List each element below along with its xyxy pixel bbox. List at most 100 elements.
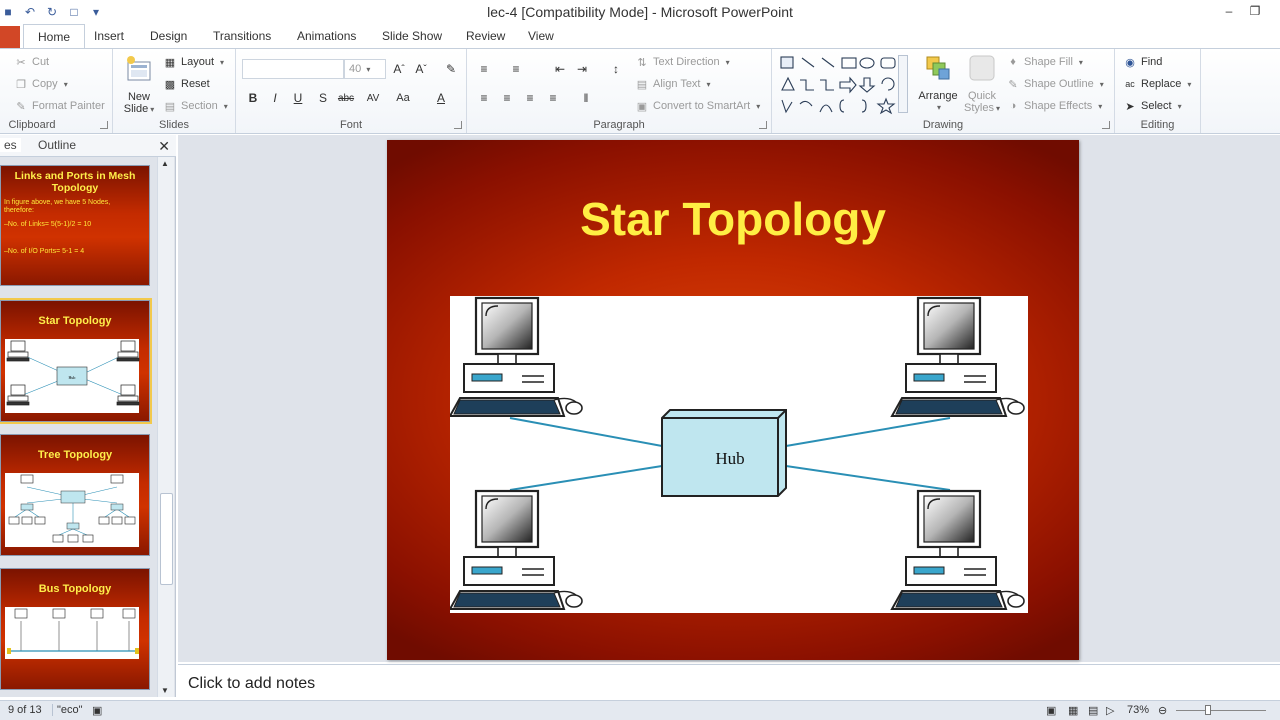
shape-effects-label: Shape Effects bbox=[1024, 100, 1093, 112]
star-topology-svg: Hub bbox=[448, 296, 1026, 611]
slides-group: New Slide ▾ ▦ Layout ▾ ▩ Reset ▤ Section ▾ Sli… bbox=[113, 49, 236, 133]
scroll-up-icon[interactable]: ▲ bbox=[161, 159, 169, 168]
copy-icon: ❐ bbox=[16, 78, 26, 91]
align-left-icon[interactable]: ≡ bbox=[475, 89, 493, 107]
font-name-combo[interactable] bbox=[242, 59, 344, 79]
tab-review[interactable]: Review bbox=[466, 29, 505, 43]
justify-icon[interactable]: ≡ bbox=[544, 89, 562, 107]
arrange-button[interactable]: Arrange ▾ bbox=[916, 53, 960, 114]
decrease-indent-icon[interactable]: ⇤ bbox=[551, 60, 569, 78]
hub-label: Hub bbox=[715, 449, 744, 468]
align-center-icon[interactable]: ≡ bbox=[498, 89, 516, 107]
zoom-level[interactable]: 73% bbox=[1127, 704, 1149, 716]
close-icon[interactable]: ✕ bbox=[158, 138, 170, 155]
zoom-slider[interactable] bbox=[1176, 710, 1266, 711]
normal-view-icon[interactable]: ▣ bbox=[1046, 704, 1056, 717]
align-right-icon[interactable]: ≡ bbox=[521, 89, 539, 107]
font-color-icon[interactable]: A bbox=[432, 89, 450, 107]
text-direction-button[interactable]: ⇅ Text Direction ▾ bbox=[635, 53, 729, 71]
tab-insert[interactable]: Insert bbox=[94, 29, 124, 43]
spellcheck-icon[interactable]: ▣ bbox=[92, 704, 102, 717]
shape-effects-button[interactable]: ◑ Shape Effects ▾ bbox=[1006, 97, 1103, 115]
select-button[interactable]: ➤ Select ▾ bbox=[1123, 97, 1181, 115]
notes-placeholder[interactable]: Click to add notes bbox=[188, 675, 315, 693]
scissors-icon: ✂ bbox=[16, 56, 26, 69]
paragraph-launcher-icon[interactable] bbox=[759, 121, 767, 129]
font-launcher-icon[interactable] bbox=[454, 121, 462, 129]
underline-icon[interactable]: U bbox=[289, 89, 307, 107]
thumb-title: Links and Ports in Mesh Topology bbox=[14, 170, 136, 194]
align-text-button[interactable]: ▤ Align Text ▾ bbox=[635, 75, 711, 93]
strikethrough-icon[interactable]: abc bbox=[337, 89, 355, 107]
increase-indent-icon[interactable]: ⇥ bbox=[573, 60, 591, 78]
grow-font-icon[interactable]: Aˆ bbox=[390, 60, 408, 78]
font-size-combo[interactable]: 40 ▾ bbox=[344, 59, 386, 79]
star-topology-diagram[interactable]: Hub bbox=[448, 296, 1028, 613]
drawing-group-label: Drawing bbox=[922, 119, 964, 131]
tab-outline[interactable]: Outline bbox=[38, 138, 76, 152]
tab-view[interactable]: View bbox=[528, 29, 554, 43]
thumb-bus-diagram bbox=[7, 608, 139, 654]
shape-outline-button[interactable]: ✎ Shape Outline ▾ bbox=[1006, 75, 1103, 93]
slide-thumbnail-9[interactable]: Star Topology Hub bbox=[0, 298, 152, 424]
slide-thumbnail-10[interactable]: Tree Topology bbox=[0, 434, 150, 556]
slide-thumbnail-8[interactable]: Links and Ports in Mesh Topology In figu… bbox=[0, 165, 150, 286]
tab-transitions[interactable]: Transitions bbox=[213, 29, 271, 43]
line-spacing-icon[interactable]: ↕ bbox=[607, 60, 625, 78]
thumb-tree-diagram bbox=[8, 474, 136, 543]
clear-formatting-icon[interactable]: ✎ bbox=[442, 60, 460, 78]
shape-fill-button[interactable]: ♦ Shape Fill ▾ bbox=[1006, 53, 1083, 71]
section-button[interactable]: ▤ Section ▾ bbox=[163, 97, 228, 115]
tab-slide-show[interactable]: Slide Show bbox=[382, 29, 442, 43]
minimize-icon[interactable]: – bbox=[1216, 2, 1242, 20]
quick-styles-button[interactable]: Quick Styles ▾ bbox=[964, 53, 1000, 115]
editing-group-label: Editing bbox=[1140, 119, 1175, 131]
tab-animations[interactable]: Animations bbox=[297, 29, 356, 43]
restore-icon[interactable]: ❐ bbox=[1242, 2, 1268, 20]
reset-label: Reset bbox=[181, 78, 210, 90]
layout-button[interactable]: ▦ Layout ▾ bbox=[163, 53, 224, 71]
font-group-label: Font bbox=[339, 119, 362, 131]
bold-icon[interactable]: B bbox=[244, 89, 262, 107]
reset-button[interactable]: ▩ Reset bbox=[163, 75, 210, 93]
slide-sorter-icon[interactable]: ▦ bbox=[1068, 704, 1078, 717]
replace-button[interactable]: ac Replace ▾ bbox=[1123, 75, 1191, 93]
notes-pane[interactable]: Click to add notes bbox=[178, 664, 1280, 700]
tab-home[interactable]: Home bbox=[23, 24, 86, 49]
zoom-out-icon[interactable]: ⊖ bbox=[1158, 704, 1167, 717]
zoom-slider-thumb[interactable] bbox=[1205, 705, 1211, 715]
cut-button[interactable]: ✂ Cut bbox=[14, 53, 49, 71]
new-slide-button[interactable]: New Slide ▾ bbox=[119, 54, 159, 116]
italic-icon[interactable]: I bbox=[266, 89, 284, 107]
clipboard-launcher-icon[interactable] bbox=[100, 121, 108, 129]
copy-button[interactable]: ❐ Copy ▾ bbox=[14, 75, 68, 93]
char-spacing-icon[interactable]: AV bbox=[364, 89, 382, 107]
tab-slides[interactable]: es bbox=[0, 138, 21, 152]
find-button[interactable]: ◉ Find bbox=[1123, 53, 1162, 71]
change-case-icon[interactable]: Aa bbox=[394, 89, 412, 107]
scrollbar-thumb[interactable] bbox=[160, 493, 173, 585]
panel-scrollbar[interactable]: ▲ ▼ bbox=[157, 157, 174, 697]
shape-outline-label: Shape Outline bbox=[1024, 78, 1094, 90]
scroll-down-icon[interactable]: ▼ bbox=[161, 686, 169, 695]
bullets-icon[interactable]: ≡ bbox=[475, 60, 493, 78]
columns-icon[interactable]: ‖ bbox=[577, 89, 595, 107]
current-slide[interactable]: Star Topology Hub bbox=[387, 140, 1079, 660]
reading-view-icon[interactable]: ▤ bbox=[1088, 704, 1098, 717]
new-slide-label-line2: Slide bbox=[123, 103, 149, 115]
shadow-icon[interactable]: S bbox=[314, 89, 332, 107]
format-painter-button[interactable]: ✎ Format Painter bbox=[14, 97, 104, 115]
file-tab[interactable] bbox=[0, 26, 20, 48]
slide-thumbnail-11[interactable]: Bus Topology bbox=[0, 568, 150, 690]
convert-smartart-button[interactable]: ▣ Convert to SmartArt ▾ bbox=[635, 97, 760, 115]
numbering-icon[interactable]: ≡ bbox=[507, 60, 525, 78]
shapes-gallery-scroll[interactable] bbox=[898, 55, 908, 113]
shrink-font-icon[interactable]: Aˇ bbox=[412, 60, 430, 78]
shapes-gallery[interactable] bbox=[778, 54, 910, 116]
slide-title[interactable]: Star Topology bbox=[387, 192, 1079, 246]
tab-design[interactable]: Design bbox=[150, 29, 187, 43]
slideshow-view-icon[interactable]: ▷ bbox=[1106, 704, 1114, 717]
drawing-launcher-icon[interactable] bbox=[1102, 121, 1110, 129]
reset-icon: ▩ bbox=[164, 78, 176, 91]
thumb-diagram bbox=[5, 473, 139, 547]
